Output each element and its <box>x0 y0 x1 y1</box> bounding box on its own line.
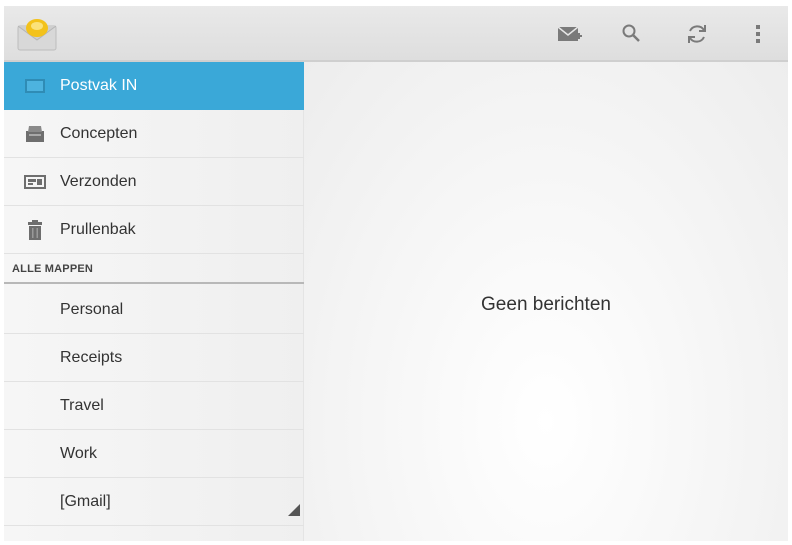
sidebar-item-inbox[interactable]: Postvak IN <box>4 62 304 110</box>
overflow-menu-icon[interactable] <box>740 16 776 52</box>
trash-icon <box>22 219 48 241</box>
folder-label: Work <box>60 444 98 462</box>
folder-label: Travel <box>60 396 104 414</box>
sidebar-item-sent[interactable]: Verzonden <box>4 158 304 206</box>
compose-icon[interactable] <box>552 16 588 52</box>
search-icon[interactable] <box>614 16 650 52</box>
folder-item-work[interactable]: Work <box>4 430 304 478</box>
folder-item-gmail[interactable]: [Gmail] <box>4 478 304 526</box>
email-app-window: Postvak IN Concepten Verzonden Prullenba… <box>4 6 788 541</box>
folder-item-personal[interactable]: Personal <box>4 286 304 334</box>
sidebar-item-label: Verzonden <box>60 172 137 190</box>
drafts-icon <box>22 123 48 145</box>
sidebar-item-label: Concepten <box>60 124 138 142</box>
sidebar-item-label: Prullenbak <box>60 220 136 238</box>
folder-label: [Gmail] <box>60 492 111 510</box>
gmail-envelope-icon[interactable] <box>16 16 58 52</box>
expand-corner-icon <box>288 503 300 516</box>
sidebar-item-drafts[interactable]: Concepten <box>4 110 304 158</box>
sidebar: Postvak IN Concepten Verzonden Prullenba… <box>4 62 304 541</box>
folder-label: Receipts <box>60 348 123 366</box>
refresh-icon[interactable] <box>679 16 715 52</box>
sidebar-item-label: Postvak IN <box>60 77 138 94</box>
action-bar <box>4 6 788 62</box>
inbox-icon <box>22 75 48 97</box>
message-list-pane: Geen berichten <box>304 62 788 541</box>
all-folders-header: ALLE MAPPEN <box>4 258 304 284</box>
sent-icon <box>22 171 48 193</box>
empty-state-message: Geen berichten <box>481 294 611 315</box>
folder-item-receipts[interactable]: Receipts <box>4 334 304 382</box>
sidebar-item-trash[interactable]: Prullenbak <box>4 206 304 254</box>
folder-item-travel[interactable]: Travel <box>4 382 304 430</box>
folder-label: Personal <box>60 300 124 318</box>
